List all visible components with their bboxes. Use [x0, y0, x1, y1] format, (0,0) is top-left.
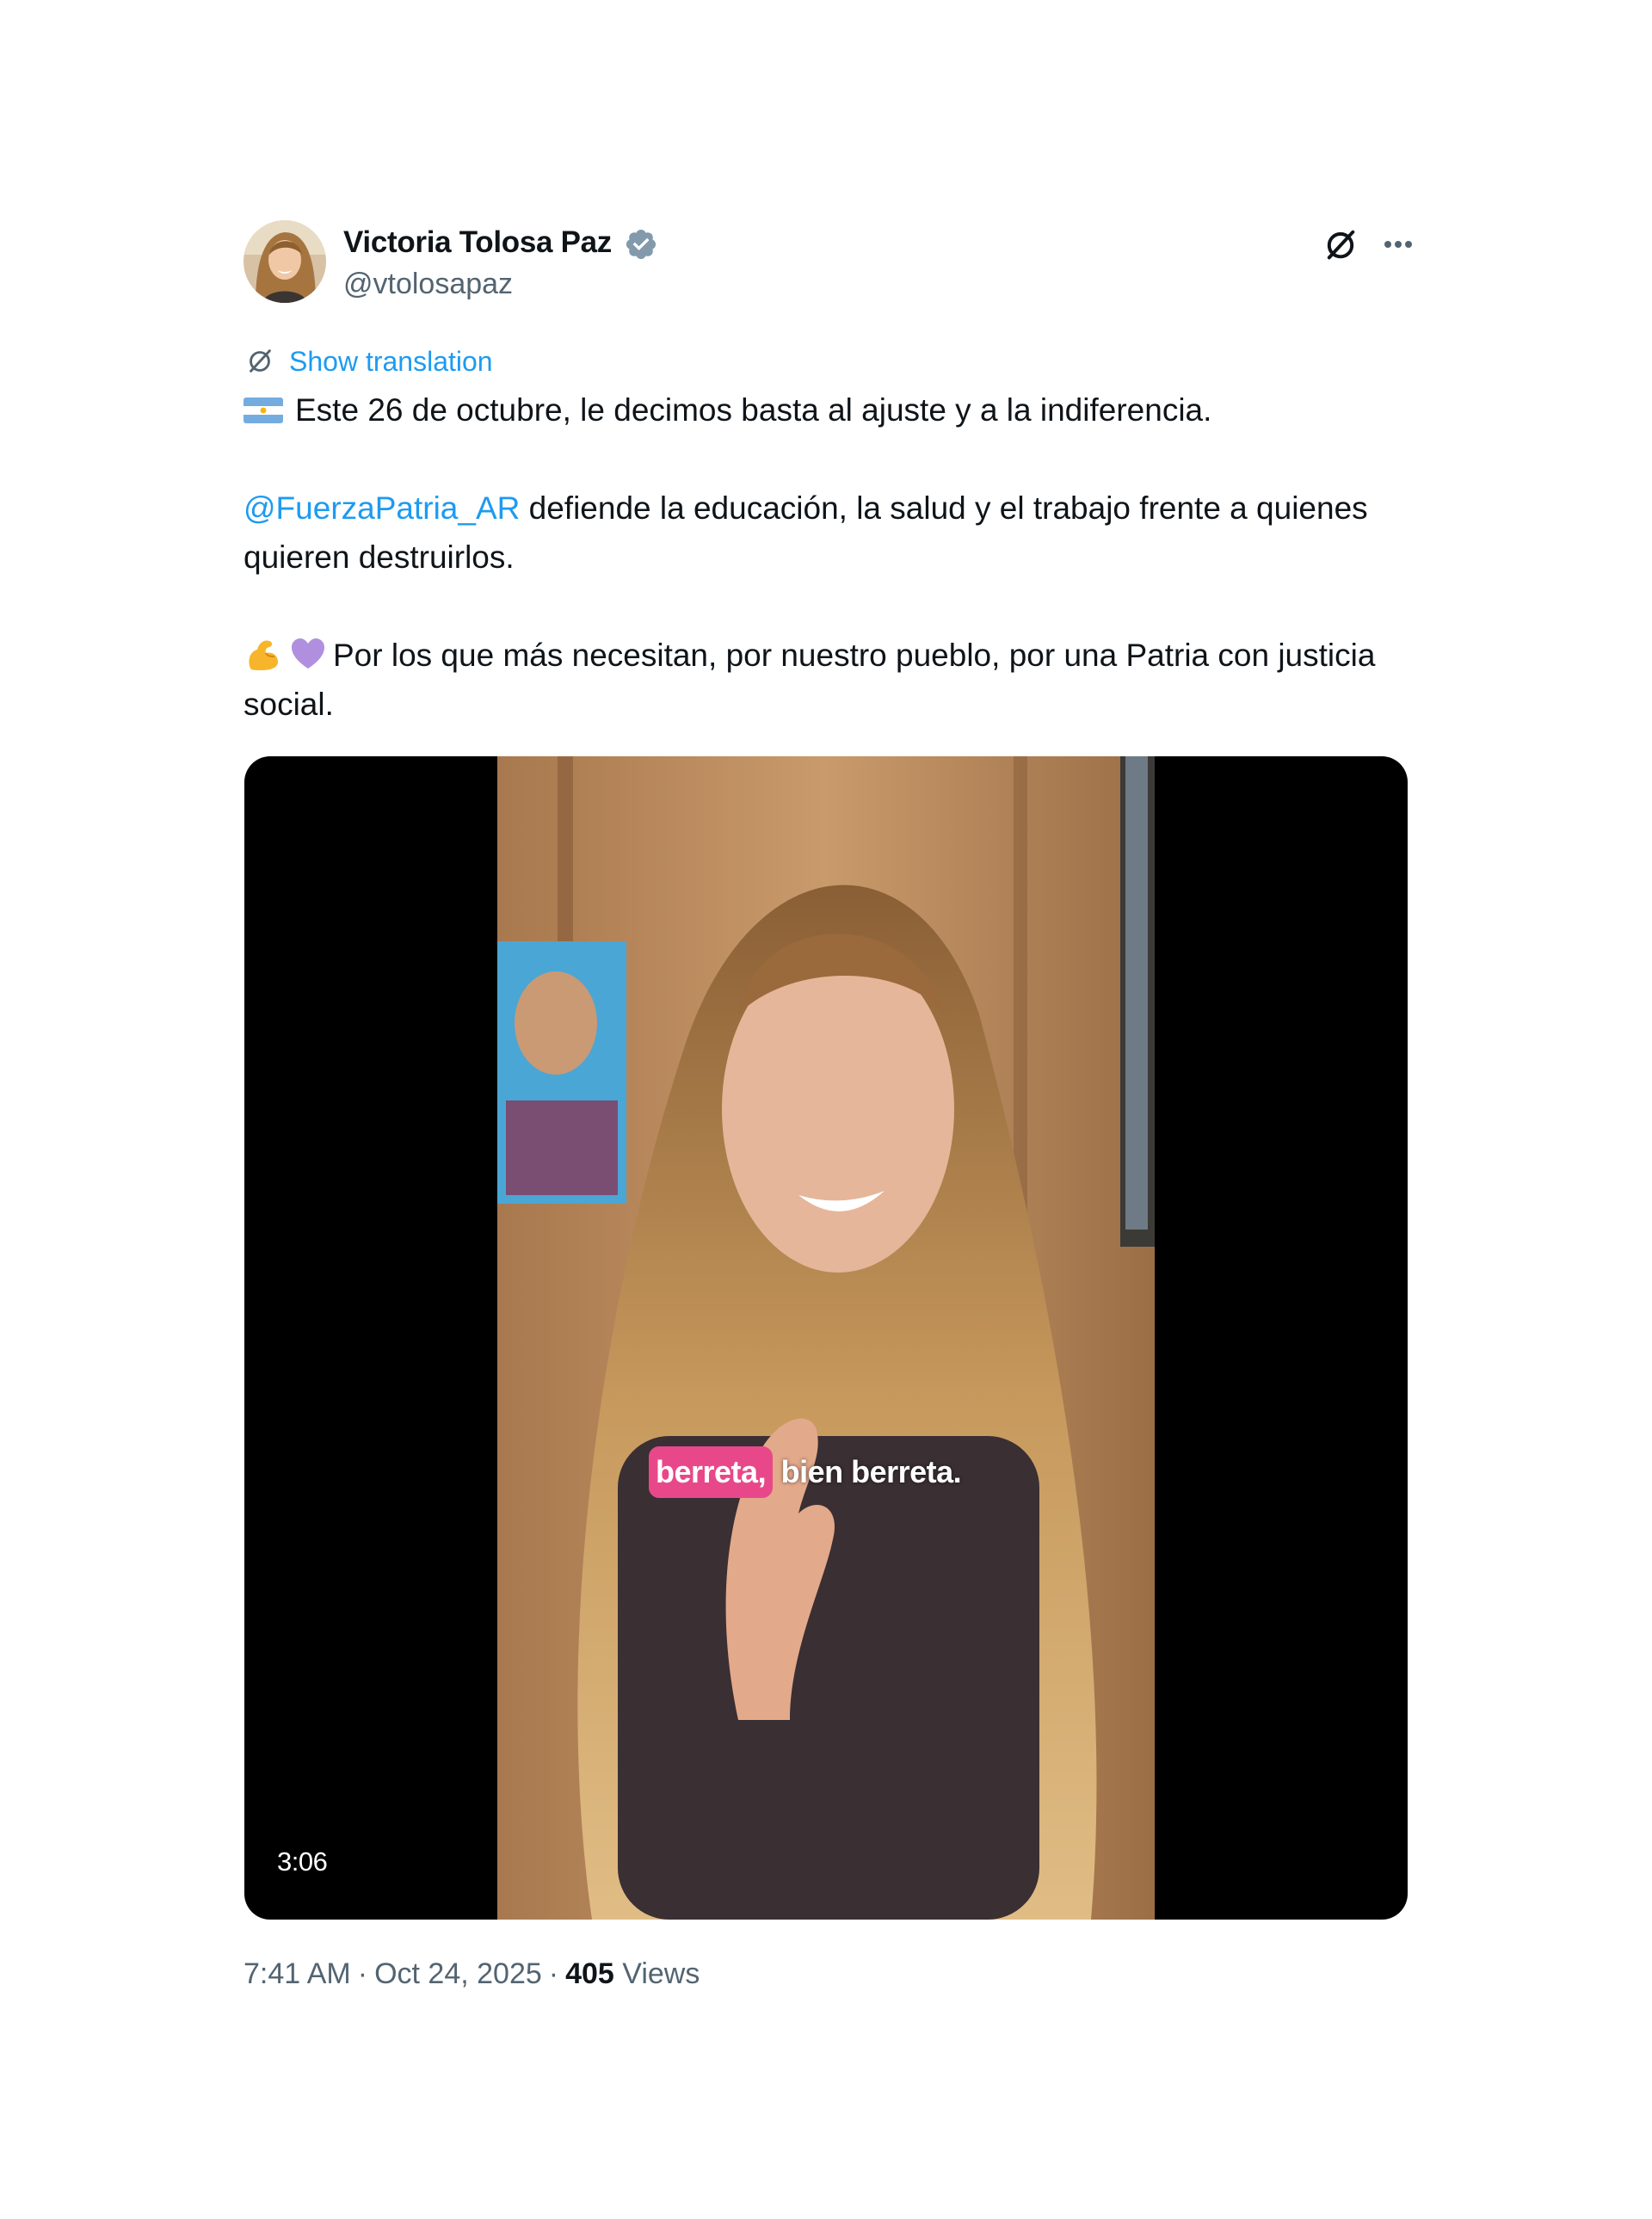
video-caption: berreta, bien berreta.	[649, 1446, 962, 1498]
tweet-time[interactable]: 7:41 AM	[243, 1957, 351, 1990]
purple-heart-icon	[288, 634, 328, 674]
tweet-line-3: Por los que más necesitan, por nuestro p…	[243, 631, 1448, 729]
tweet-text-line1: Este 26 de octubre, le decimos basta al …	[295, 392, 1212, 428]
tweet-date[interactable]: Oct 24, 2025	[374, 1957, 542, 1990]
avatar-image	[243, 220, 326, 303]
video-frame	[497, 756, 1155, 1920]
meta-separator-2: ·	[548, 1957, 559, 1990]
display-name[interactable]: Victoria Tolosa Paz	[343, 225, 612, 260]
views-count: 405	[565, 1957, 614, 1990]
show-translation-label: Show translation	[289, 346, 493, 377]
avatar[interactable]	[243, 220, 326, 303]
tweet-line-1: Este 26 de octubre, le decimos basta al …	[243, 385, 1448, 435]
caption-highlight: berreta,	[649, 1446, 774, 1498]
argentina-flag-icon	[243, 398, 283, 423]
tweet-meta: 7:41 AM · Oct 24, 2025 · 405 Views	[243, 1957, 700, 1991]
views-label: Views	[622, 1957, 700, 1990]
tweet-text-line3: Por los que más necesitan, por nuestro p…	[243, 638, 1376, 722]
tweet-line-2: @FuerzaPatria_AR defiende la educación, …	[243, 484, 1448, 582]
mention-link[interactable]: @FuerzaPatria_AR	[243, 490, 520, 526]
verified-badge-icon[interactable]	[624, 227, 658, 262]
flexed-biceps-icon	[243, 634, 283, 674]
tweet-text: Este 26 de octubre, le decimos basta al …	[243, 385, 1448, 729]
handle[interactable]: @vtolosapaz	[343, 268, 513, 301]
video-player[interactable]: berreta, bien berreta. 3:06	[244, 756, 1408, 1920]
grok-icon[interactable]	[1322, 225, 1359, 263]
grok-translate-icon	[250, 349, 271, 373]
more-dots-icon[interactable]	[1377, 225, 1420, 263]
video-duration: 3:06	[277, 1846, 328, 1877]
meta-separator: ·	[357, 1957, 368, 1990]
caption-rest: bien berreta.	[773, 1454, 962, 1489]
